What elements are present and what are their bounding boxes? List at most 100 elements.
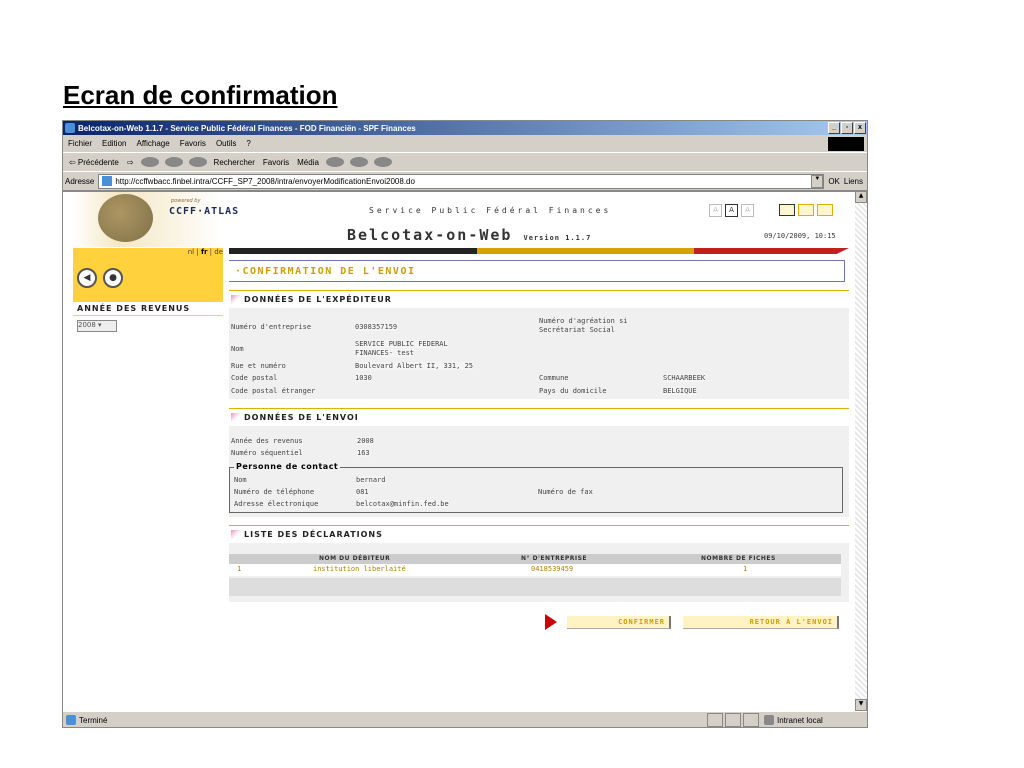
value: SERVICE PUBLIC FEDERAL <box>355 340 448 348</box>
mail-icon[interactable] <box>349 157 368 167</box>
address-label: Adresse <box>65 176 95 186</box>
confirm-button[interactable]: CONFIRMER <box>567 616 671 629</box>
home-icon[interactable] <box>188 157 207 167</box>
value: 2008 <box>357 437 374 445</box>
section-declarations: LISTE DES DÉCLARATIONS NOM DU DÉBITEUR N… <box>229 525 849 602</box>
app-name: Belcotax-on-Web <box>347 226 513 244</box>
address-bar: Adresse http://ccffwbacc.finbel.intra/CC… <box>63 172 867 191</box>
value: 1030 <box>355 374 372 382</box>
label: Adresse électronique <box>234 500 319 508</box>
search-button[interactable]: Rechercher <box>210 158 259 167</box>
font-small-button[interactable]: A <box>709 204 722 217</box>
service-title: Service Public Fédéral Finances <box>369 206 612 215</box>
user-icon[interactable]: ● <box>103 268 123 288</box>
maximize-button[interactable]: ▫ <box>841 122 853 134</box>
value: 081 <box>356 488 369 496</box>
layout-1-button[interactable] <box>779 204 795 216</box>
forward-button[interactable]: ⇨ <box>123 158 138 167</box>
label: Secrétariat Social <box>539 326 615 334</box>
annee-select[interactable]: 2008 ▾ <box>77 320 117 332</box>
page-viewport: powered by CCFF·ATLAS nl | fr | de ◀ ● A… <box>63 191 855 712</box>
history-icon[interactable] <box>325 157 344 167</box>
menu-edition[interactable]: Edition <box>97 139 131 148</box>
app-title: Belcotax-on-Web Version 1.1.7 <box>347 226 591 244</box>
page-title: ·CONFIRMATION DE L'ENVOI <box>229 260 845 282</box>
menu-affichage[interactable]: Affichage <box>131 139 174 148</box>
lang-de[interactable]: de <box>214 248 223 256</box>
header-stripe <box>229 248 849 254</box>
value: 0308357159 <box>355 323 398 331</box>
refresh-icon[interactable] <box>164 157 183 167</box>
menu-help[interactable]: ? <box>241 139 255 148</box>
layout-2-button[interactable] <box>798 204 814 216</box>
flag-icon <box>231 294 240 304</box>
address-url: http://ccffwbacc.finbel.intra/CCFF_SP7_2… <box>115 176 415 186</box>
font-large-button[interactable]: A <box>741 204 754 217</box>
ie-icon <box>65 123 75 133</box>
table-footer <box>229 578 841 596</box>
status-bar: Terminé Intranet local <box>63 711 867 728</box>
menu-fichier[interactable]: Fichier <box>63 139 97 148</box>
back-arrow-icon[interactable]: ◀ <box>77 268 97 288</box>
print-icon[interactable] <box>373 157 392 167</box>
status-text: Terminé <box>79 715 108 725</box>
address-dropdown-icon[interactable]: ▼ <box>811 174 824 188</box>
label: Numéro d'agréation si <box>539 317 628 325</box>
zone-text: Intranet local <box>777 715 823 725</box>
menu-outils[interactable]: Outils <box>211 139 241 148</box>
value: 163 <box>357 449 370 457</box>
row-index: 1 <box>237 565 242 573</box>
status-segment <box>743 713 759 727</box>
powered-by: powered by <box>171 198 201 204</box>
flag-icon <box>231 412 240 422</box>
label: Nom <box>231 345 244 353</box>
table-header: NOM DU DÉBITEUR N° D'ENTREPRISE NOMBRE D… <box>229 554 841 564</box>
address-input[interactable]: http://ccffwbacc.finbel.intra/CCFF_SP7_2… <box>98 173 825 189</box>
value: bernard <box>356 476 386 484</box>
back-button[interactable]: ⇦ Précédente <box>65 158 123 167</box>
scroll-up-icon[interactable]: ▲ <box>855 191 867 203</box>
ccff-atlas-logo: CCFF·ATLAS <box>169 206 240 217</box>
layout-switcher <box>779 204 833 216</box>
left-icons: ◀ ● <box>73 260 223 302</box>
links-button[interactable]: Liens <box>840 177 867 186</box>
section-header: DONNÉES DE L'ENVOI <box>229 409 849 426</box>
close-button[interactable]: x <box>854 122 866 134</box>
window-title: Belcotax-on-Web 1.1.7 - Service Public F… <box>78 123 416 133</box>
vertical-scrollbar[interactable]: ▲ ▼ <box>855 191 867 711</box>
label: Année des revenus <box>231 437 303 445</box>
status-segment <box>707 713 723 727</box>
lang-nl[interactable]: nl <box>188 248 194 256</box>
status-segment <box>725 713 741 727</box>
label: Commune <box>539 374 569 382</box>
value: BELGIQUE <box>663 387 697 395</box>
scroll-down-icon[interactable]: ▼ <box>855 699 867 711</box>
table-row[interactable]: 1 institution liberlaité 0418539459 1 <box>229 564 841 576</box>
label: Rue et numéro <box>231 362 286 370</box>
font-medium-button[interactable]: A <box>725 204 738 217</box>
media-button[interactable]: Média <box>293 158 323 167</box>
minimize-button[interactable]: _ <box>828 122 840 134</box>
menu-bar: Fichier Edition Affichage Favoris Outils… <box>63 135 867 153</box>
menu-favoris[interactable]: Favoris <box>175 139 211 148</box>
fiches-count: 1 <box>743 565 748 573</box>
column-header: N° D'ENTREPRISE <box>521 555 588 562</box>
label: Code postal <box>231 374 278 382</box>
annee-select-value: 2008 <box>78 321 96 329</box>
favorites-button[interactable]: Favoris <box>259 158 293 167</box>
font-size-switcher: A A A <box>709 204 754 217</box>
value: FINANCES- test <box>355 349 415 357</box>
go-button[interactable]: OK <box>828 177 840 186</box>
annee-label: ANNÉE DES REVENUS <box>73 302 223 316</box>
label: Numéro séquentiel <box>231 449 303 457</box>
section-title: DONNÉES DE L'EXPÉDITEUR <box>244 294 392 304</box>
toolbar: ⇦ Précédente ⇨ Rechercher Favoris Média <box>63 153 867 172</box>
section-header: LISTE DES DÉCLARATIONS <box>229 526 849 543</box>
back-to-envoi-button[interactable]: RETOUR À L'ENVOI <box>683 616 839 629</box>
stop-icon[interactable] <box>140 157 159 167</box>
entreprise-number: 0418539459 <box>531 565 574 573</box>
lang-fr[interactable]: fr <box>201 248 208 256</box>
debiteur-name: institution liberlaité <box>313 565 406 573</box>
layout-3-button[interactable] <box>817 204 833 216</box>
column-header: NOMBRE DE FICHES <box>701 555 776 562</box>
